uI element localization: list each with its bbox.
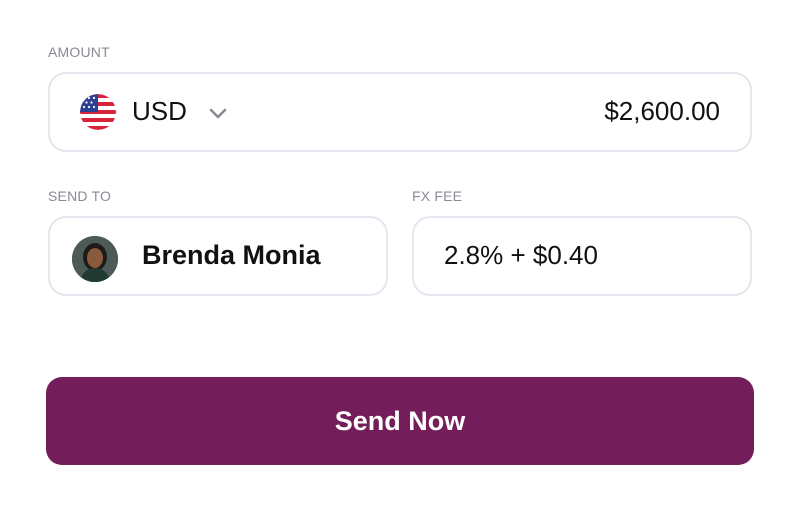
fx-fee-value: 2.8% + $0.40	[444, 240, 598, 270]
us-flag-icon[interactable]	[80, 94, 116, 130]
currency-code[interactable]: USD	[132, 96, 187, 127]
amount-label: AMOUNT	[48, 44, 110, 60]
send-now-button[interactable]: Send Now	[46, 377, 754, 465]
recipient-name: Brenda Monia	[142, 240, 321, 270]
amount-input[interactable]: $2,600.00	[604, 96, 720, 127]
recipient-field[interactable]: Brenda Monia	[48, 216, 388, 296]
fx-fee-label: FX FEE	[412, 188, 463, 204]
fx-fee-field: 2.8% + $0.40	[412, 216, 752, 296]
amount-field[interactable]: USD $2,600.00	[48, 72, 752, 152]
chevron-down-icon[interactable]	[206, 102, 230, 126]
send-to-label: SEND TO	[48, 188, 112, 204]
avatar	[72, 236, 118, 282]
